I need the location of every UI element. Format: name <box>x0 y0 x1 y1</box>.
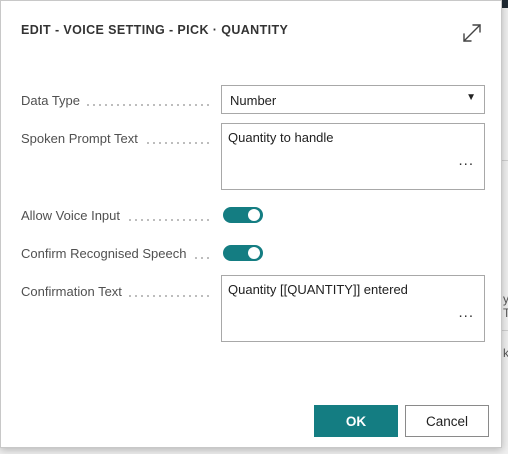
ok-button[interactable]: OK <box>314 405 398 437</box>
background-divider <box>502 160 508 161</box>
data-type-label: Data Type <box>21 93 87 108</box>
confirmation-text-input[interactable]: Quantity [[QUANTITY]] entered ... <box>221 275 485 342</box>
confirmation-text-value: Quantity [[QUANTITY]] entered <box>228 282 408 297</box>
confirmation-text-label: Confirmation Text <box>21 284 128 299</box>
background-text: k <box>503 346 508 360</box>
dialog-title: EDIT - VOICE SETTING - PICK · QUANTITY <box>21 23 289 37</box>
allow-voice-input-label: Allow Voice Input <box>21 208 127 223</box>
spoken-prompt-value: Quantity to handle <box>228 130 334 145</box>
more-options-icon[interactable]: ... <box>458 304 474 321</box>
toggle-knob <box>248 209 260 221</box>
toggle-knob <box>248 247 260 259</box>
confirm-speech-toggle[interactable] <box>223 245 263 261</box>
edit-voice-setting-dialog: EDIT - VOICE SETTING - PICK · QUANTITY D… <box>0 0 502 448</box>
expand-icon[interactable] <box>461 22 483 44</box>
confirm-speech-label: Confirm Recognised Speech <box>21 246 193 261</box>
more-options-icon[interactable]: ... <box>458 152 474 169</box>
data-type-value: Number <box>230 93 277 108</box>
background-text: y <box>503 292 508 306</box>
allow-voice-input-toggle[interactable] <box>223 207 263 223</box>
caret-down-icon: ▼ <box>466 92 476 103</box>
background-text: T <box>503 306 508 320</box>
spoken-prompt-input[interactable]: Quantity to handle ... <box>221 123 485 190</box>
data-type-select[interactable]: Number ▼ <box>221 85 485 114</box>
spoken-prompt-label: Spoken Prompt Text <box>21 131 144 146</box>
background-divider <box>502 330 508 331</box>
cancel-button[interactable]: Cancel <box>405 405 489 437</box>
